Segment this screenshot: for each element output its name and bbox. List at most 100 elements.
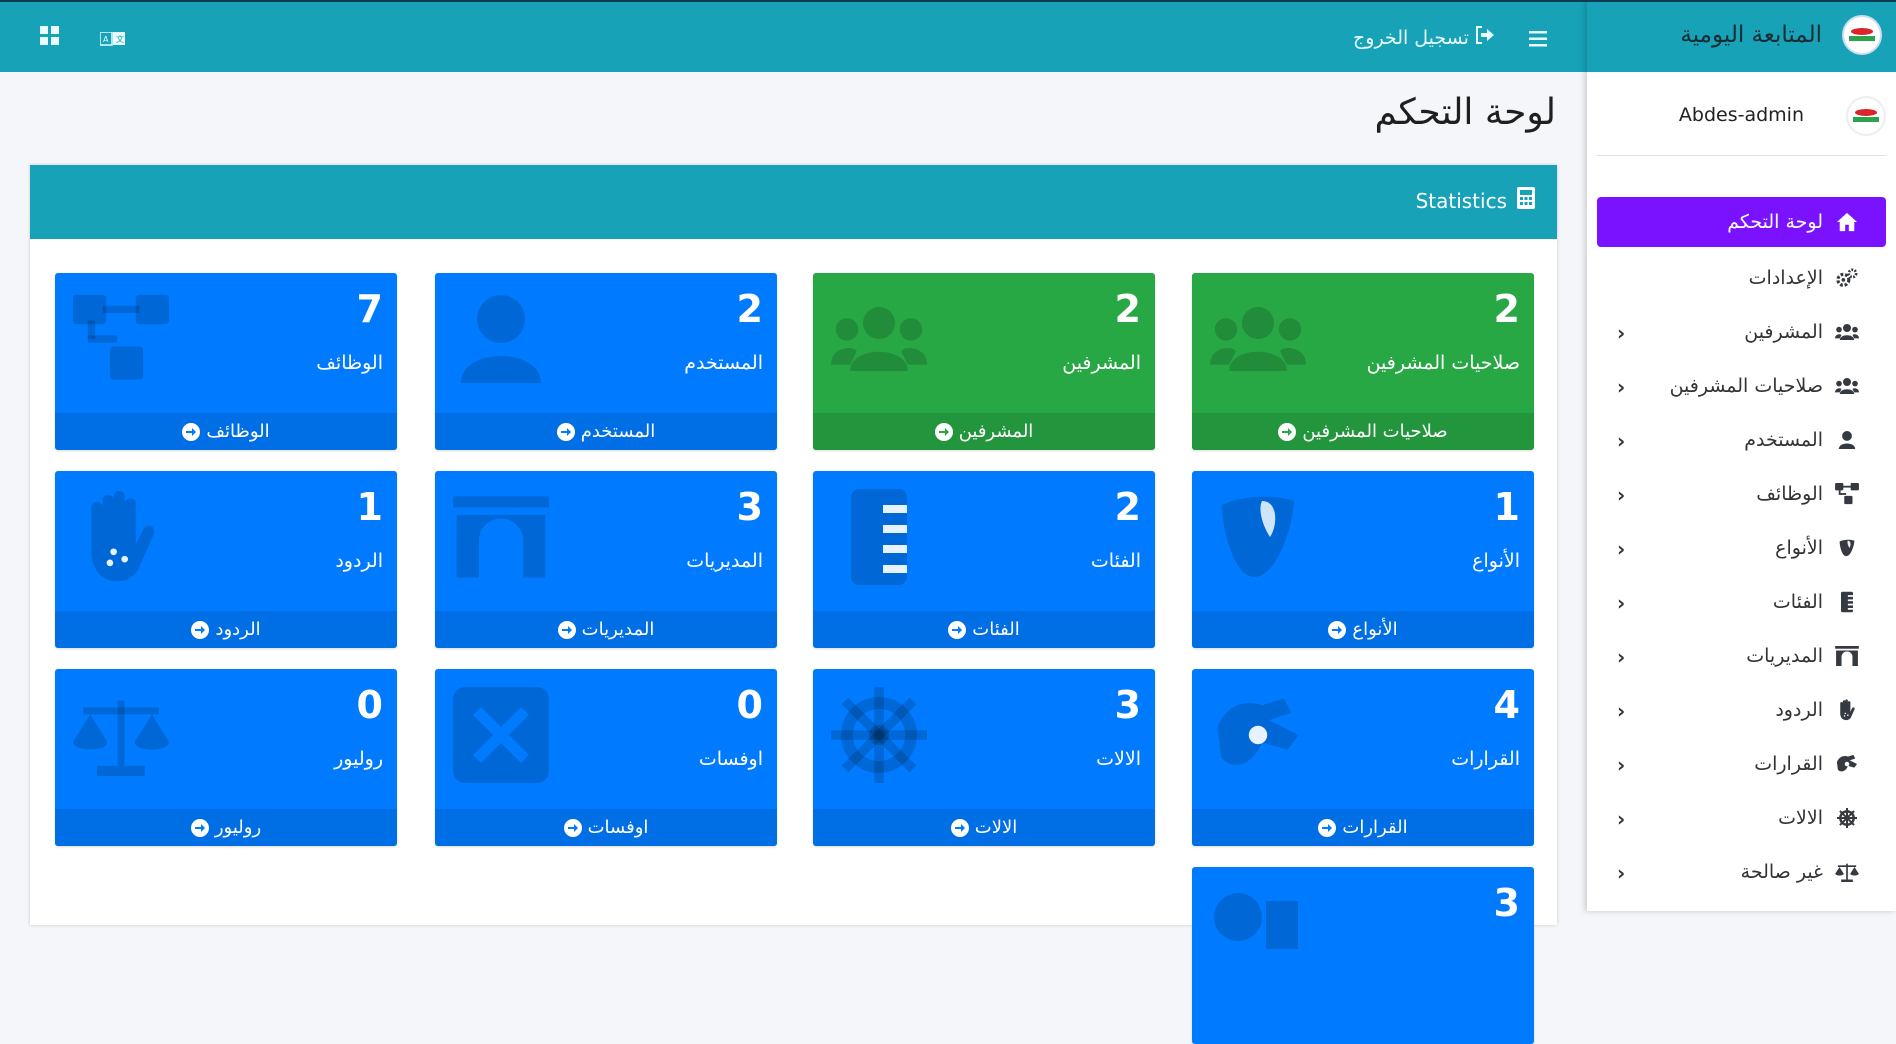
sidebar-item-label: المديريات <box>1746 645 1823 667</box>
sidebar-menu: لوحة التحكم الإعدادات المشرفين ‹ صلاحيات الم… <box>1597 197 1886 899</box>
stat-more-link[interactable]: القرارات <box>1192 809 1534 846</box>
sidebar-item-label: المستخدم <box>1744 429 1823 451</box>
stat-link-label: المشرفين <box>958 421 1034 442</box>
sidebar-brand[interactable]: المتابعة اليومية <box>1587 0 1896 72</box>
stat-label: المستخدم <box>684 352 763 374</box>
stat-label: القرارات <box>1451 748 1520 770</box>
sidebar-item-label: الالات <box>1778 807 1823 829</box>
sidebar-item-11[interactable]: الالات ‹ <box>1597 791 1886 845</box>
stat-more-link[interactable]: الأنواع <box>1192 611 1534 648</box>
sidebar-item-9[interactable]: الردود ‹ <box>1597 683 1886 737</box>
chevron-left-icon: ‹ <box>1617 537 1626 561</box>
translate-icon[interactable]: A文 <box>99 29 126 49</box>
stat-value: 3 <box>736 485 763 529</box>
stat-more-link[interactable]: الفئات <box>813 611 1155 648</box>
stat-value: 2 <box>1114 287 1141 331</box>
logout-label: تسجيل الخروج <box>1353 26 1469 49</box>
chevron-left-icon: ‹ <box>1617 591 1626 615</box>
sidebar-item-6[interactable]: الأنواع ‹ <box>1597 521 1886 575</box>
stat-more-link[interactable]: روليور <box>55 809 397 846</box>
arrow-circle-right-icon <box>191 620 210 639</box>
svg-text:文: 文 <box>116 34 124 44</box>
ruler-icon <box>831 489 927 585</box>
arrow-circle-right-icon <box>556 422 575 441</box>
sidebar-item-5[interactable]: الوظائف ‹ <box>1597 467 1886 521</box>
arrow-circle-right-icon <box>1278 422 1297 441</box>
stat-value: 2 <box>1114 485 1141 529</box>
logout-link[interactable]: تسجيل الخروج <box>1353 26 1495 49</box>
sidebar-item-1[interactable]: الإعدادات <box>1597 251 1886 305</box>
stat-value: 3 <box>1493 881 1520 925</box>
chevron-left-icon: ‹ <box>1617 645 1626 669</box>
stat-label: روليور <box>334 748 383 770</box>
sidebar-item-12[interactable]: غير صالحة ‹ <box>1597 845 1886 899</box>
typo3-icon <box>1833 536 1861 560</box>
sidebar-item-2[interactable]: المشرفين ‹ <box>1597 305 1886 359</box>
gears-icon <box>1833 266 1861 290</box>
chevron-left-icon: ‹ <box>1617 483 1626 507</box>
stat-link-label: القرارات <box>1342 817 1408 838</box>
sidebar-item-7[interactable]: الفئات ‹ <box>1597 575 1886 629</box>
stat-box: 7 الوظائف الوظائف <box>55 273 397 450</box>
stat-box: 2 المستخدم المستخدم <box>435 273 777 450</box>
sign-language-icon <box>1210 687 1306 783</box>
hand-icon <box>1833 698 1861 722</box>
avatar <box>1846 96 1886 136</box>
times-square-icon <box>453 687 549 783</box>
stat-more-link[interactable]: الالات <box>813 809 1155 846</box>
calculator-icon <box>1517 187 1535 214</box>
grid-icon[interactable] <box>40 26 60 49</box>
stat-value: 2 <box>1493 287 1520 331</box>
stat-link-label: المديريات <box>581 619 655 640</box>
sidebar-item-label: الوظائف <box>1756 483 1823 505</box>
stat-more-link[interactable]: الردود <box>55 611 397 648</box>
sidebar-item-label: صلاحيات المشرفين <box>1669 375 1823 397</box>
user-icon <box>453 291 549 387</box>
hamburger-icon[interactable] <box>1529 30 1547 50</box>
arrow-circle-right-icon <box>190 818 209 837</box>
dharmachakra-icon <box>831 687 927 783</box>
sidebar-item-3[interactable]: صلاحيات المشرفين ‹ <box>1597 359 1886 413</box>
arrow-circle-right-icon <box>948 620 967 639</box>
stat-more-link[interactable]: المديريات <box>435 611 777 648</box>
chevron-left-icon: ‹ <box>1617 807 1626 831</box>
brand-title: المتابعة اليومية <box>1680 22 1822 48</box>
arrow-circle-right-icon <box>557 620 576 639</box>
ruler-icon <box>1833 590 1861 614</box>
balance-scale-icon <box>1833 860 1861 884</box>
stat-more-link[interactable]: اوفسات <box>435 809 777 846</box>
stat-label: الردود <box>335 550 383 572</box>
home-icon <box>1833 210 1861 234</box>
sidebar-item-4[interactable]: المستخدم ‹ <box>1597 413 1886 467</box>
sidebar-item-0[interactable]: لوحة التحكم <box>1597 197 1886 247</box>
sidebar-item-10[interactable]: القرارات ‹ <box>1597 737 1886 791</box>
stat-more-link[interactable]: الوظائف <box>55 413 397 450</box>
stat-label: المشرفين <box>1062 352 1141 374</box>
chevron-left-icon: ‹ <box>1617 861 1626 885</box>
arrow-circle-right-icon <box>1328 620 1347 639</box>
user-panel[interactable]: Abdes-admin <box>1587 96 1896 136</box>
logout-icon <box>1475 26 1495 49</box>
chevron-left-icon: ‹ <box>1617 699 1626 723</box>
card-title: Statistics <box>1415 188 1507 213</box>
page-title: لوحة التحكم <box>1374 92 1556 133</box>
stat-box: 2 صلاحيات المشرفين صلاحيات المشرفين <box>1192 273 1534 450</box>
stat-box: 3 <box>1192 867 1534 1044</box>
dharmachakra-icon <box>1833 806 1861 830</box>
stat-link-label: الوظائف <box>206 421 270 442</box>
stat-link-label: الفئات <box>972 619 1020 640</box>
stat-more-link[interactable]: المستخدم <box>435 413 777 450</box>
stat-more-link[interactable]: المشرفين <box>813 413 1155 450</box>
stat-link-label: الالات <box>974 817 1018 838</box>
user-icon <box>1833 428 1861 452</box>
stat-more-link[interactable]: صلاحيات المشرفين <box>1192 413 1534 450</box>
sidebar-item-8[interactable]: المديريات ‹ <box>1597 629 1886 683</box>
stat-box: 2 المشرفين المشرفين <box>813 273 1155 450</box>
stat-label: الفئات <box>1090 550 1141 572</box>
stat-value: 3 <box>1114 683 1141 727</box>
chevron-left-icon: ‹ <box>1617 375 1626 399</box>
svg-text:A: A <box>103 35 109 44</box>
chevron-left-icon: ‹ <box>1617 321 1626 345</box>
stat-box: 3 المديريات المديريات <box>435 471 777 648</box>
sidebar-item-label: الأنواع <box>1775 537 1823 559</box>
